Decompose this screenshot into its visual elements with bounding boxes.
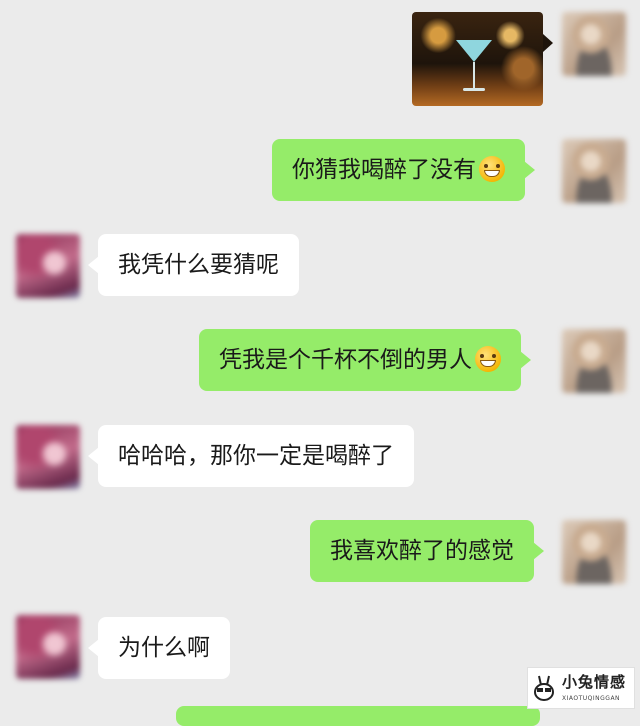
message-text: 我喜欢醉了的感觉 [330, 538, 514, 564]
message-text: 哈哈哈，那你一定是喝醉了 [118, 443, 394, 469]
contact-avatar[interactable] [16, 615, 80, 679]
watermark-subtitle: XIAOTUQINGGAN [562, 695, 621, 702]
cocktail-photo-message[interactable] [412, 12, 543, 106]
message-bubble-sent[interactable]: 凭我是个千杯不倒的男人 [199, 329, 531, 391]
my-avatar[interactable] [562, 329, 626, 393]
my-avatar[interactable] [562, 12, 626, 76]
message-bubble-sent[interactable]: 你猜我喝醉了没有 [272, 139, 535, 201]
contact-avatar[interactable] [16, 234, 80, 298]
message-text: 为什么啊 [118, 635, 210, 661]
my-avatar[interactable] [562, 520, 626, 584]
message-bubble-received[interactable]: 为什么啊 [88, 617, 230, 679]
watermark-title: 小兔情感 [562, 673, 627, 691]
grin-emoji-icon [479, 156, 505, 182]
message-bubble-sent-partial[interactable] [176, 706, 540, 726]
watermark-logo: 小兔情感 XIAOTUQINGGAN [527, 667, 635, 709]
message-bubble-received[interactable]: 哈哈哈，那你一定是喝醉了 [88, 425, 414, 487]
message-bubble-sent[interactable]: 我喜欢醉了的感觉 [310, 520, 544, 582]
cocktail-glass-icon [456, 40, 492, 62]
message-text: 凭我是个千杯不倒的男人 [219, 347, 472, 373]
message-bubble-received[interactable]: 我凭什么要猜呢 [88, 234, 299, 296]
message-text: 你猜我喝醉了没有 [292, 157, 476, 183]
contact-avatar[interactable] [16, 425, 80, 489]
rabbit-logo-icon [534, 675, 554, 701]
grimace-emoji-icon [475, 346, 501, 372]
my-avatar[interactable] [562, 139, 626, 203]
message-text: 我凭什么要猜呢 [118, 252, 279, 278]
